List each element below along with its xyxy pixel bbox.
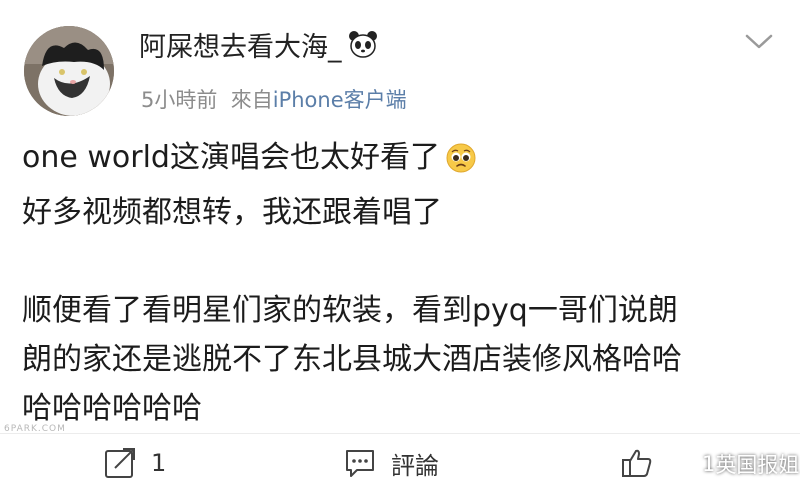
panda-emoji-icon (348, 30, 378, 67)
avatar[interactable] (24, 26, 114, 116)
repost-count: 1 (151, 449, 167, 477)
post-meta: 5小時前 來自iPhone客户端 (141, 86, 407, 114)
chevron-down-icon[interactable] (744, 32, 774, 52)
content-blank-line (22, 237, 792, 286)
pleading-face-emoji-icon (446, 139, 476, 188)
source-prefix: 來自 (230, 88, 273, 112)
content-line: 顺便看了看明星们家的软装，看到pyq一哥们说朗 (22, 293, 678, 328)
username[interactable]: 阿屎想去看大海_ (139, 30, 378, 67)
comment-label: 評論 (391, 451, 439, 480)
repost-icon (105, 448, 135, 478)
divider (0, 433, 800, 434)
wechat-icon (670, 450, 698, 479)
content-line: 哈哈哈哈哈哈 (22, 391, 202, 426)
post-time: 5小時前 (141, 88, 218, 112)
content-line: 朗的家还是逃脱不了东北县城大酒店装修风格哈哈 (22, 342, 682, 377)
content-line: one world这演唱会也太好看了 (22, 133, 792, 188)
source-name[interactable]: iPhone客户端 (273, 88, 407, 112)
comment-icon (346, 450, 374, 477)
like-count: 1 (702, 452, 716, 476)
comment-button[interactable]: 評論 (343, 443, 439, 483)
thumbs-up-icon (622, 449, 652, 477)
wechat-overlay: 1 英国报姐 (670, 448, 799, 480)
repost-button[interactable]: 1 (103, 443, 166, 483)
wechat-label: 英国报姐 (715, 453, 800, 477)
content-line: 好多视频都想转，我还跟着唱了 (22, 195, 442, 230)
post-content: one world这演唱会也太好看了 好多视频都想转，我还跟着唱了 顺便看了看明… (22, 133, 792, 433)
username-text[interactable]: 阿屎想去看大海_ (139, 32, 342, 63)
like-button[interactable] (620, 443, 654, 483)
